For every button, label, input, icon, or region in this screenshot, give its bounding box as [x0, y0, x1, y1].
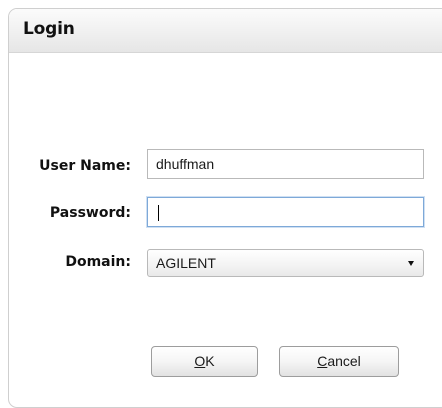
- text-cursor: [158, 205, 159, 221]
- domain-selected-value: AGILENT: [156, 255, 216, 271]
- cancel-label-rest: ancel: [327, 353, 361, 369]
- ok-label-rest: K: [205, 353, 215, 369]
- domain-label: Domain:: [65, 254, 131, 270]
- ok-button[interactable]: OK: [151, 346, 258, 377]
- cancel-mnemonic: C: [317, 353, 328, 369]
- dialog-title: Login: [23, 19, 75, 39]
- username-input[interactable]: dhuffman: [147, 149, 424, 179]
- password-input[interactable]: [147, 197, 424, 227]
- username-label: User Name:: [39, 158, 131, 174]
- dropdown-arrow-icon: [408, 261, 414, 266]
- password-label: Password:: [49, 205, 131, 221]
- ok-mnemonic: O: [194, 353, 206, 369]
- title-bar: Login: [9, 9, 442, 53]
- cancel-button[interactable]: Cancel: [279, 346, 399, 377]
- domain-select[interactable]: AGILENT: [147, 249, 424, 277]
